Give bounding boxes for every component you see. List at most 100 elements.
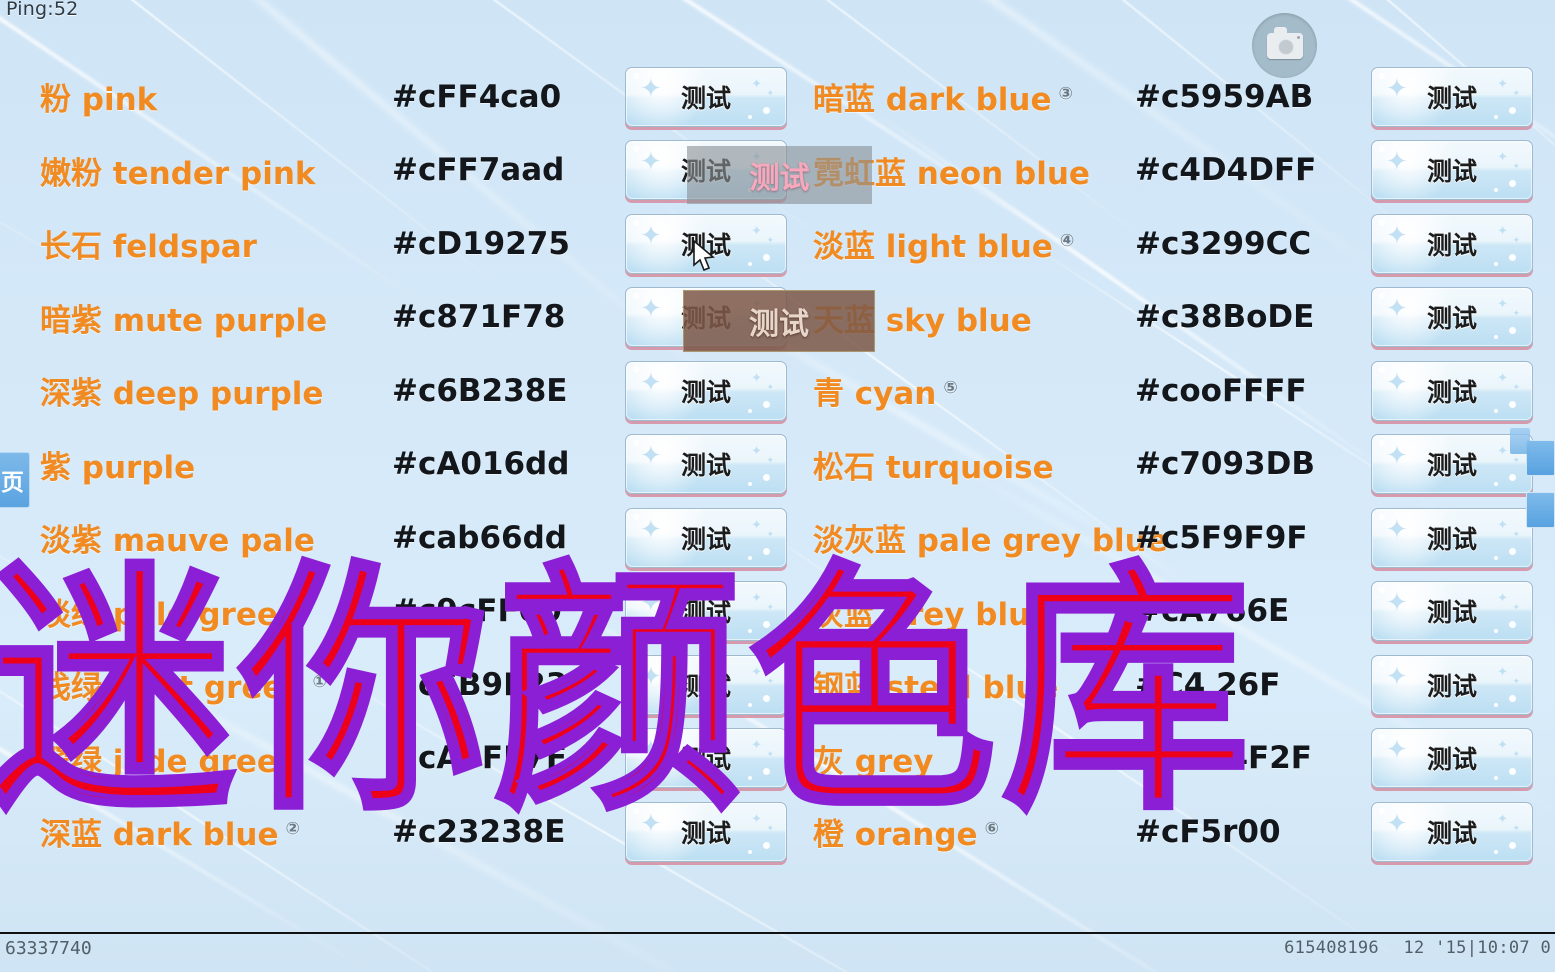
test-button[interactable]: ✦✦✦测试 — [1371, 507, 1533, 568]
test-button[interactable]: ✦✦✦测试 — [1371, 434, 1533, 495]
color-row: #c5F9F9F ✦ ✦ ✦ 测试 — [1135, 501, 1555, 575]
test-button[interactable]: ✦✦✦测试 — [625, 66, 787, 127]
star-icon: ✦ — [766, 602, 774, 613]
color-row: 暗紫 mute purple #c871F78 — [40, 281, 620, 355]
color-hex-value: #cA016dd — [392, 446, 570, 483]
sparkle-dot — [763, 474, 770, 482]
footnote-marker: ⑥ — [984, 818, 999, 839]
sparkle-dot — [748, 408, 752, 413]
star-icon: ✦ — [766, 749, 774, 760]
star-icon: ✦ — [1386, 734, 1408, 765]
sparkle-dot — [1379, 293, 1385, 300]
test-button-label: 测试 — [1426, 83, 1477, 113]
sparkle-dot — [1494, 408, 1498, 413]
test-button-label: 测试 — [680, 451, 731, 481]
test-button-label: 测试 — [1426, 524, 1477, 554]
star-icon: ✦ — [751, 810, 762, 826]
color-name: 橙 orange ⑥ — [813, 817, 999, 854]
test-button[interactable]: ✦✦✦测试 — [1371, 728, 1533, 789]
sparkle-dot — [1494, 335, 1498, 340]
left-side-tab[interactable]: 页 — [0, 452, 30, 508]
test-button[interactable]: ✦✦✦测试 — [1371, 287, 1533, 348]
sparkle-dot — [1509, 768, 1516, 776]
footnote-marker: ③ — [1058, 83, 1073, 104]
star-icon: ✦ — [640, 807, 662, 838]
color-hex-value: #c38BoDE — [1135, 299, 1315, 336]
color-row: #C4 26F ✦ ✦ ✦ 测试 — [1135, 648, 1555, 722]
sparkle-dot — [763, 768, 770, 776]
test-button-label: 测试 — [1426, 451, 1477, 481]
test-button[interactable]: ✦✦✦测试 — [1371, 140, 1533, 201]
sparkle-dot — [1379, 734, 1385, 741]
color-row: 淡紫 mauve pale #cab66dd — [40, 501, 620, 575]
test-button[interactable]: ✦✦✦测试 — [625, 728, 787, 789]
star-icon: ✦ — [766, 528, 774, 539]
star-icon: ✦ — [640, 440, 662, 471]
color-name: 灰 grey — [813, 743, 934, 780]
test-button[interactable]: ✦✦✦测试 — [1371, 213, 1533, 274]
test-button[interactable]: ✦✦✦测试 — [625, 801, 787, 862]
color-row: 嫩粉 tender pink #cFF7aad — [40, 134, 620, 208]
sparkle-dot — [633, 219, 639, 226]
color-name: 淡蓝 light blue ④ — [813, 229, 1075, 266]
star-icon: ✦ — [751, 590, 762, 606]
test-button[interactable]: ✦✦✦测试 — [1371, 654, 1533, 715]
sparkle-dot — [763, 106, 770, 114]
sparkle-dot — [748, 482, 752, 487]
color-row: #C4F4F2F ✦ ✦ ✦ 测试 — [1135, 722, 1555, 796]
test-button[interactable]: ✦✦✦测试 — [1371, 66, 1533, 127]
test-button[interactable]: ✦✦✦测试 — [625, 360, 787, 421]
color-name: 长石 feldspar — [40, 229, 257, 266]
sparkle-dot — [1379, 440, 1385, 447]
star-icon: ✦ — [1386, 513, 1408, 544]
test-button[interactable]: ✦✦✦测试 — [625, 654, 787, 715]
color-hex-value: #cFF7aad — [392, 152, 565, 189]
right-edge-panel[interactable] — [1526, 492, 1555, 528]
star-icon: ✦ — [1497, 516, 1508, 532]
color-name: 嫩粉 tender pink — [40, 155, 316, 192]
sparkle-dot — [633, 72, 639, 79]
color-row: ✦ ✦ ✦ 测试 钢蓝 steel blue — [625, 648, 1145, 722]
color-hex-value: #c6B9F23 — [392, 666, 568, 703]
star-icon: ✦ — [1386, 293, 1408, 324]
sparkle-dot — [1494, 776, 1498, 781]
star-icon: ✦ — [1386, 146, 1408, 177]
star-icon: ✦ — [1512, 822, 1520, 833]
sparkle-dot — [1379, 513, 1385, 520]
test-button[interactable]: ✦✦✦测试 — [625, 507, 787, 568]
star-icon: ✦ — [766, 822, 774, 833]
color-row: ✦ ✦ ✦ 测试 灰 grey — [625, 722, 1145, 796]
sparkle-dot — [748, 555, 752, 560]
test-button[interactable]: ✦✦✦测试 — [625, 581, 787, 642]
test-button-label: 测试 — [680, 524, 731, 554]
test-button-label: 测试 — [1426, 304, 1477, 334]
color-column-right: #c5959AB ✦ ✦ ✦ 测试 #c4D4DFF ✦ ✦ ✦ 测试 #c3299CC ✦ ✦ ✦ 测试 #… — [1135, 60, 1555, 869]
sparkle-dot — [763, 253, 770, 261]
sparkle-dot — [748, 849, 752, 854]
sparkle-dot — [1509, 327, 1516, 335]
test-button[interactable]: ✦✦✦测试 — [625, 434, 787, 495]
color-row: 浅绿 light green ① #c6B9F23 — [40, 648, 620, 722]
sparkle-dot — [633, 660, 639, 667]
sparkle-dot — [1509, 253, 1516, 261]
sparkle-dot — [1494, 188, 1498, 193]
test-button-label: 测试 — [680, 745, 731, 775]
star-icon: ✦ — [1497, 663, 1508, 679]
color-row: #cA766E ✦ ✦ ✦ 测试 — [1135, 575, 1555, 649]
right-edge-panels[interactable] — [1510, 428, 1555, 544]
test-button-label: 测试 — [680, 377, 731, 407]
test-button-label: 测试 — [680, 83, 731, 113]
test-button[interactable]: ✦✦✦测试 — [1371, 581, 1533, 642]
test-button[interactable]: ✦✦✦测试 — [1371, 360, 1533, 421]
color-hex-value: #c3299CC — [1135, 225, 1312, 262]
right-edge-panel[interactable] — [1526, 440, 1555, 476]
brown-tooltip: 测试 — [683, 290, 875, 352]
star-icon: ✦ — [640, 366, 662, 397]
color-row: 深蓝 dark blue ② #c23238E — [40, 795, 620, 869]
star-icon: ✦ — [751, 737, 762, 753]
star-icon: ✦ — [1386, 807, 1408, 838]
right-edge-tab[interactable] — [1510, 428, 1530, 454]
sparkle-dot — [1379, 587, 1385, 594]
star-icon: ✦ — [1386, 219, 1408, 250]
test-button[interactable]: ✦✦✦测试 — [1371, 801, 1533, 862]
